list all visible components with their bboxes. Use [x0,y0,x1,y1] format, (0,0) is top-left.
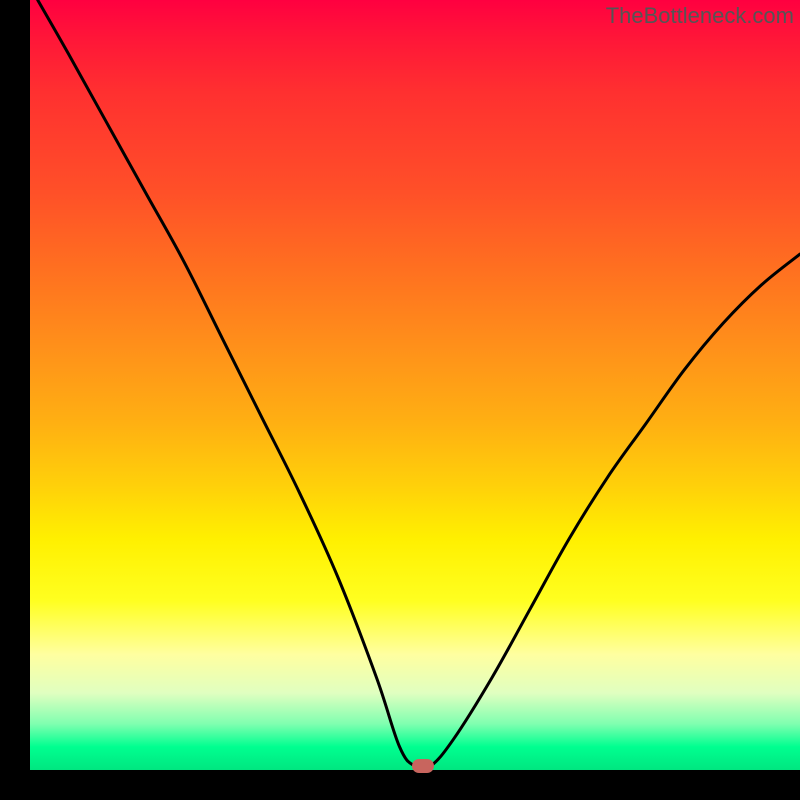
bottleneck-curve [38,0,800,769]
optimum-marker [412,759,434,773]
chart-container: TheBottleneck.com [0,0,800,800]
watermark-text: TheBottleneck.com [606,3,794,29]
curve-svg [30,0,800,770]
